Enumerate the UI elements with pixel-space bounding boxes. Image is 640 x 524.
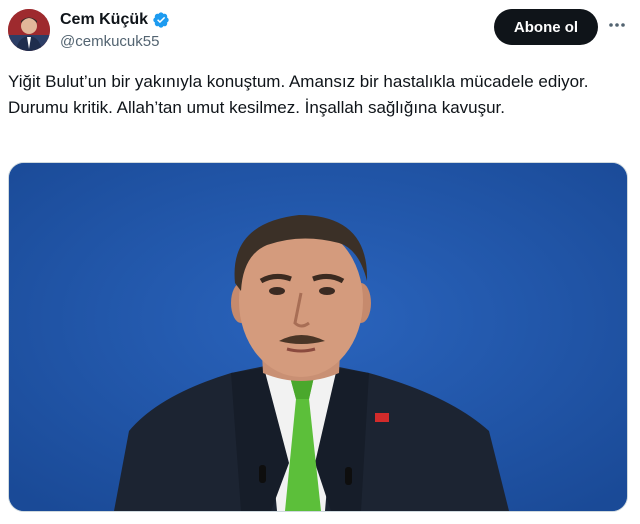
avatar[interactable] <box>8 9 50 51</box>
tweet-media[interactable] <box>8 162 628 512</box>
more-horizontal-icon[interactable] <box>604 12 630 38</box>
author-handle[interactable]: @cemkucuk55 <box>60 33 159 51</box>
tweet-header: Cem Küçük @cemkucuk55 Abone ol <box>0 0 640 64</box>
media-image <box>9 163 627 511</box>
tweet-text: Yiğit Bulut’un bir yakınıyla konuştum. A… <box>8 72 589 117</box>
verified-badge-icon <box>153 12 169 28</box>
author-name[interactable]: Cem Küçük <box>60 10 148 30</box>
follow-button[interactable]: Abone ol <box>494 9 598 45</box>
author-name-row[interactable]: Cem Küçük <box>60 10 170 30</box>
